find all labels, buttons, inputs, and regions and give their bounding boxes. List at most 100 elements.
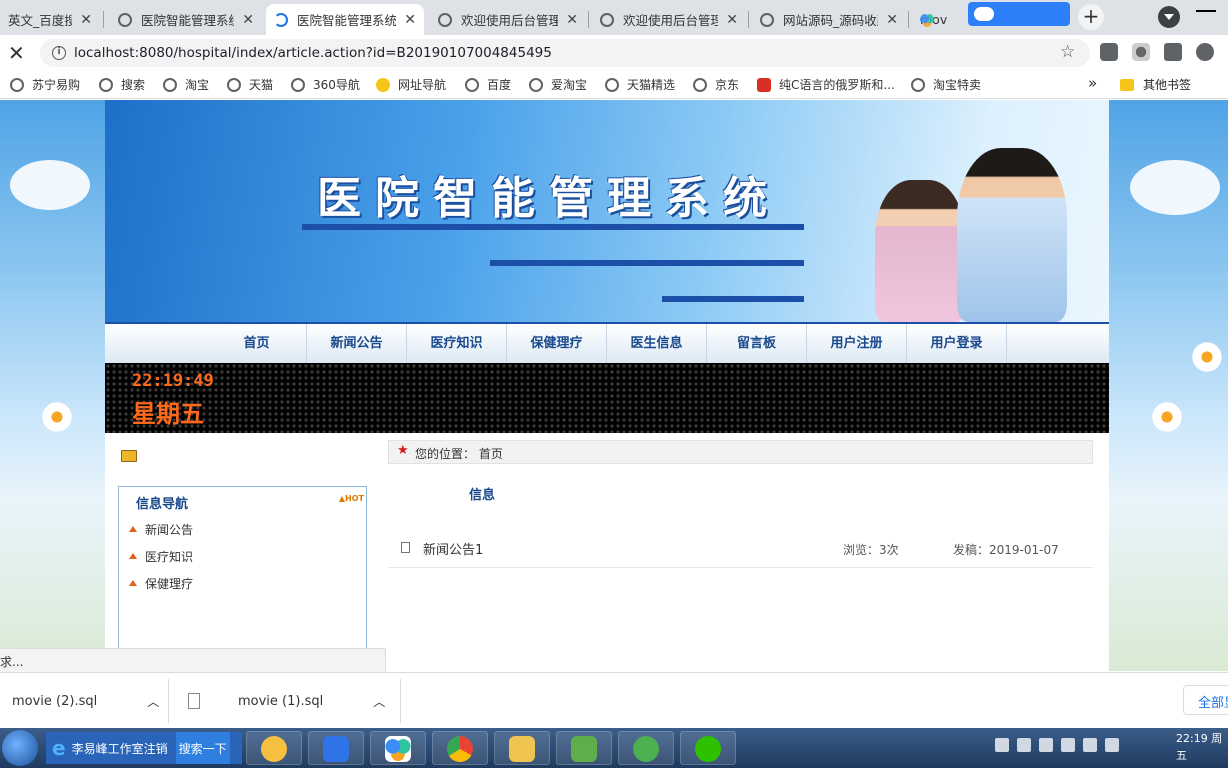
breadcrumb-current[interactable]: 首页	[479, 447, 503, 461]
nav-register[interactable]: 用户注册	[807, 324, 907, 363]
system-clock[interactable]: 22:19 周五 2022/3/1	[1176, 730, 1228, 781]
nav-health-therapy[interactable]: 保健理疗	[507, 324, 607, 363]
sidebar-item-label: 新闻公告	[145, 523, 194, 537]
taskbar-app[interactable]	[308, 731, 364, 765]
clock-time: 22:19:49	[132, 371, 214, 391]
taskbar-app[interactable]	[556, 731, 612, 765]
bookmark-item[interactable]: 淘宝特卖	[911, 76, 981, 93]
taskbar-app[interactable]	[618, 731, 674, 765]
download-item[interactable]: movie (2).sql ︿	[12, 673, 159, 729]
close-icon[interactable]: ✕	[242, 12, 254, 28]
taskbar-app[interactable]	[494, 731, 550, 765]
display-icon[interactable]	[1039, 738, 1053, 752]
bookmark-item[interactable]: 天猫	[227, 76, 273, 93]
nav-login[interactable]: 用户登录	[907, 324, 1007, 363]
bookmarks-overflow-button[interactable]: »	[1088, 74, 1097, 92]
star-icon: ★	[397, 443, 409, 458]
tab-baidu-search[interactable]: 英文_百度搜 ✕	[0, 4, 100, 35]
start-button[interactable]	[2, 730, 38, 766]
bookmark-item[interactable]: 爱淘宝	[529, 76, 587, 93]
keyboard-icon[interactable]	[995, 738, 1009, 752]
bookmark-label: 百度	[487, 78, 512, 92]
bookmark-item[interactable]: 淘宝	[163, 76, 209, 93]
sidebar-title: 信息导航	[136, 497, 189, 512]
tab-source-code[interactable]: 网站源码_源码收藏 ✕	[752, 4, 906, 35]
close-icon[interactable]: ✕	[886, 12, 898, 28]
nav-medical-knowledge[interactable]: 医疗知识	[407, 324, 507, 363]
chevron-up-icon[interactable]: ︿	[373, 693, 385, 710]
sidebar-item-news[interactable]: 新闻公告	[129, 521, 193, 538]
info-icon[interactable]: i	[52, 46, 66, 60]
hot-badge: ▲HOT	[338, 494, 364, 503]
close-icon[interactable]: ✕	[80, 12, 92, 28]
status-bubble: 求...	[0, 648, 386, 672]
sidebar-item-medical[interactable]: 医疗知识	[129, 548, 193, 565]
taskbar-app[interactable]	[246, 731, 302, 765]
site-title: 医院智能管理系统	[317, 173, 781, 224]
background-cloud	[10, 160, 90, 210]
folder-icon	[509, 736, 535, 762]
tab-hospital-active[interactable]: 医院智能管理系统 ✕	[266, 4, 424, 35]
other-bookmarks-folder[interactable]: 其他书签	[1120, 76, 1191, 93]
chrome-icon	[447, 736, 473, 762]
download-item[interactable]: movie (1).sql ︿	[188, 673, 385, 729]
bookmark-item[interactable]: 网址导航	[376, 76, 446, 93]
taskbar-ie-window[interactable]: e 李易峰工作室注销 搜索一下	[46, 732, 242, 764]
clock-date-label: 2022/3/1	[1176, 766, 1226, 779]
nav-message-board[interactable]: 留言板	[707, 324, 807, 363]
sidebar-item-health[interactable]: 保健理疗	[129, 575, 193, 592]
address-bar[interactable]: i localhost:8080/hospital/index/article.…	[40, 39, 1090, 67]
taskbar-search-button[interactable]: 搜索一下	[175, 732, 230, 764]
bookmark-item[interactable]: 苏宁易购	[10, 76, 80, 93]
tab-admin-1[interactable]: 欢迎使用后台管理 ✕	[430, 4, 586, 35]
taskbar-app[interactable]	[432, 731, 488, 765]
globe-icon	[99, 77, 113, 92]
bookmark-item[interactable]: 百度	[465, 76, 511, 93]
network-icon[interactable]	[1105, 738, 1119, 752]
flag-icon[interactable]	[1017, 738, 1031, 752]
extension-gear-icon[interactable]	[1132, 43, 1150, 61]
tab-label: 英文_百度搜	[8, 13, 73, 28]
bookmark-item[interactable]: 京东	[693, 76, 739, 93]
download-filename: movie (1).sql	[238, 693, 324, 709]
bookmark-item[interactable]: 360导航	[291, 76, 360, 93]
bookmark-item[interactable]: 天猫精选	[605, 76, 675, 93]
security-icon[interactable]	[1061, 738, 1075, 752]
puzzle-icon[interactable]	[1164, 43, 1182, 61]
extension-icon[interactable]	[1100, 43, 1118, 61]
banner-line	[302, 224, 804, 230]
taskbar-app[interactable]	[680, 731, 736, 765]
show-all-downloads-button[interactable]: 全部显	[1183, 685, 1228, 715]
profile-icon[interactable]	[1196, 43, 1214, 61]
tab-hospital-1[interactable]: 医院智能管理系统 ✕	[110, 4, 262, 35]
nav-home[interactable]: 首页	[207, 324, 307, 363]
close-icon[interactable]: ✕	[404, 12, 416, 28]
bookmark-item[interactable]: 纯C语言的俄罗斯和...	[757, 76, 895, 93]
bookmark-star-icon[interactable]: ☆	[1060, 42, 1075, 62]
usb-icon[interactable]	[1083, 738, 1097, 752]
chevron-up-icon[interactable]: ︿	[147, 693, 159, 710]
tab-search-button[interactable]	[1158, 6, 1180, 28]
bookmark-label: 天猫	[249, 78, 274, 92]
loading-icon	[274, 12, 288, 27]
clock-weekday: 星期五	[132, 400, 204, 428]
taskbar-app[interactable]	[370, 731, 426, 765]
sidebar-info-nav: 信息导航 ▲HOT 新闻公告 医疗知识 保健理疗	[118, 486, 367, 656]
baidu-cloud-icon	[974, 7, 994, 21]
article-title[interactable]: 新闻公告1	[423, 539, 483, 558]
close-icon[interactable]: ✕	[726, 12, 738, 28]
background-cloud	[1130, 160, 1220, 215]
nav-news[interactable]: 新闻公告	[307, 324, 407, 363]
article-row[interactable]: 新闻公告1 浏览：3次 发稿：2019-01-07	[388, 532, 1093, 568]
new-tab-button[interactable]: +	[1078, 4, 1104, 30]
tab-movie[interactable]: mov	[912, 4, 972, 35]
nav-doctors[interactable]: 医生信息	[607, 324, 707, 363]
folder-icon	[1120, 78, 1134, 91]
tab-admin-2[interactable]: 欢迎使用后台管理 ✕	[592, 4, 746, 35]
notepad-icon	[571, 736, 597, 762]
close-icon[interactable]: ✕	[566, 12, 578, 28]
baidu-cloud-badge[interactable]	[968, 2, 1070, 26]
minimize-button[interactable]	[1196, 10, 1216, 12]
stop-loading-icon[interactable]: ✕	[8, 41, 25, 65]
bookmark-item[interactable]: 搜索	[99, 76, 145, 93]
